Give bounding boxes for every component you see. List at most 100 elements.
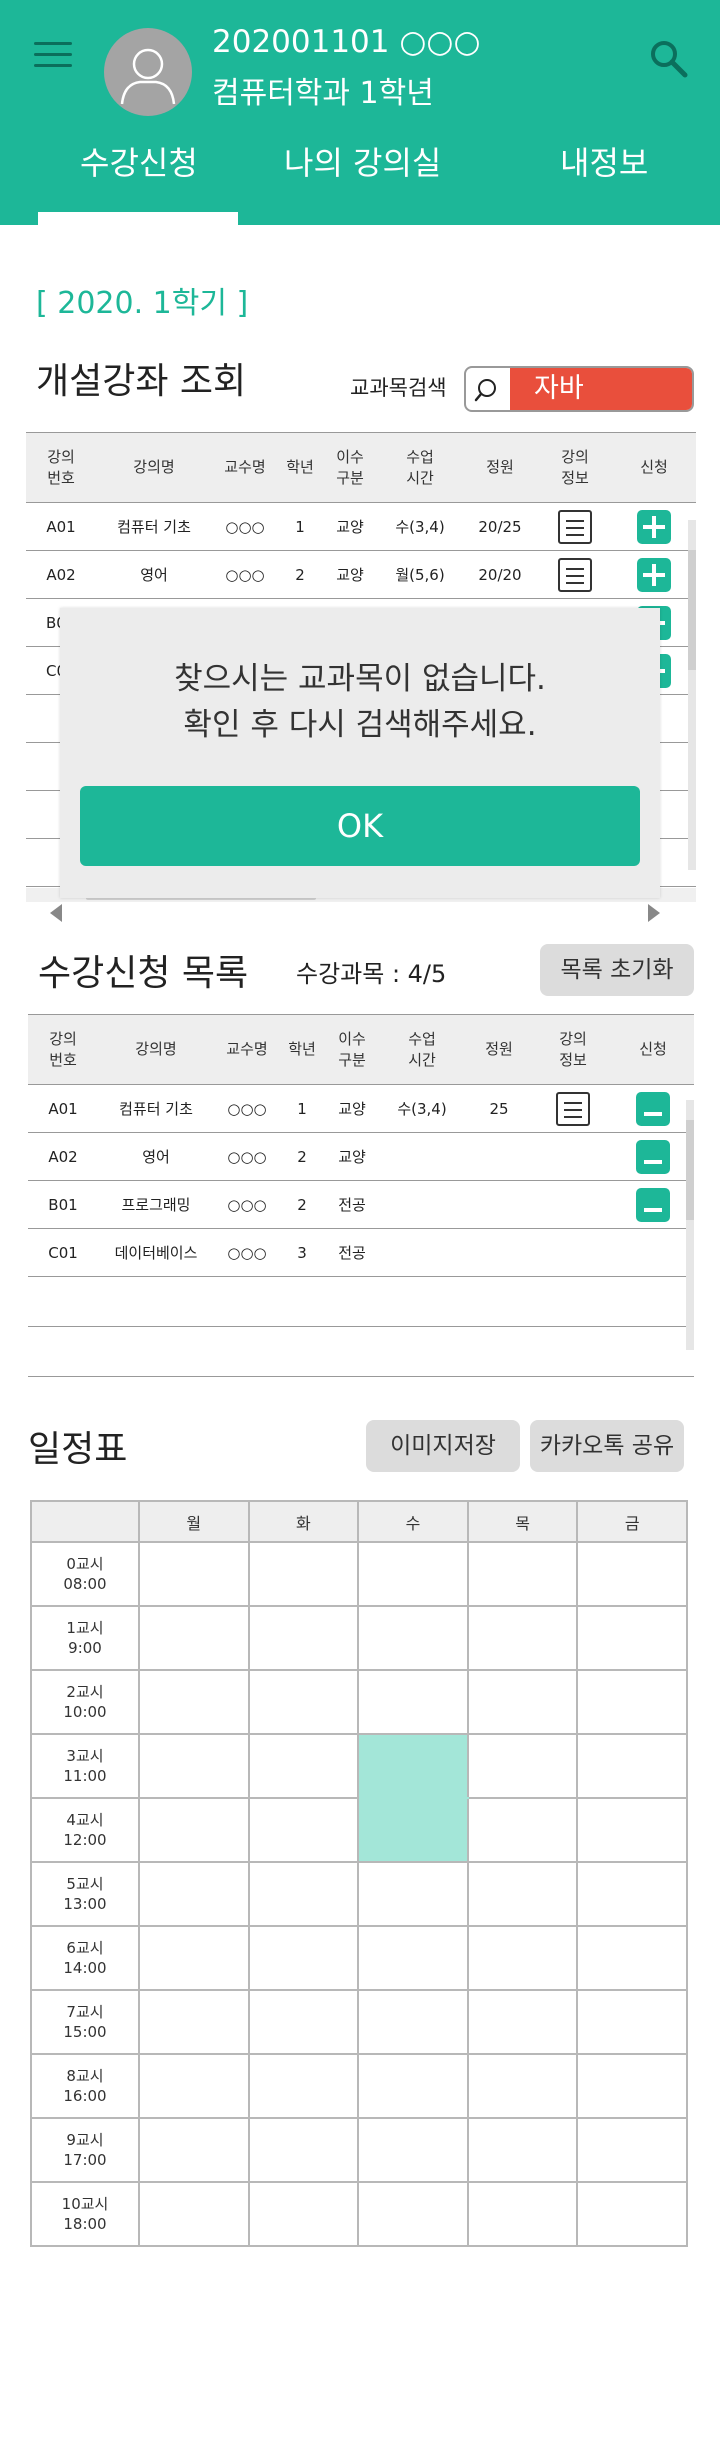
timetable-cell[interactable] bbox=[466, 2117, 579, 2183]
course-no: A01 bbox=[26, 502, 96, 551]
timetable-cell[interactable] bbox=[466, 2053, 579, 2119]
timetable-cell[interactable] bbox=[357, 2181, 469, 2247]
ok-button[interactable]: OK bbox=[80, 786, 640, 866]
timetable-cell[interactable] bbox=[247, 1861, 360, 1927]
timetable-row: 1교시 9:00 bbox=[30, 1605, 688, 1671]
timetable-cell[interactable] bbox=[466, 1989, 579, 2055]
enrollment-table: 강의 번호 강의명 교수명 학년 이수 구분 수업 시간 정원 강의 정보 신청… bbox=[28, 1014, 694, 1377]
course-info-button[interactable] bbox=[556, 1091, 590, 1126]
timetable-cell[interactable] bbox=[138, 1989, 250, 2055]
timetable-cell[interactable] bbox=[576, 2181, 688, 2247]
search-icon[interactable] bbox=[648, 38, 690, 80]
timetable-cell[interactable] bbox=[247, 2053, 360, 2119]
enrollment-table-vertical-scrollbar[interactable] bbox=[686, 1100, 694, 1350]
timetable-cell[interactable] bbox=[576, 2053, 688, 2119]
menu-icon[interactable] bbox=[34, 42, 72, 70]
timetable-cell[interactable] bbox=[466, 1925, 579, 1991]
course-table-vertical-scrollbar[interactable] bbox=[688, 520, 696, 870]
period-time: 9:00 bbox=[68, 1639, 102, 1657]
reset-list-button[interactable]: 목록 초기화 bbox=[540, 944, 694, 996]
timetable-cell[interactable] bbox=[357, 1989, 469, 2055]
timetable-cell[interactable] bbox=[138, 1541, 250, 1607]
period-time: 16:00 bbox=[63, 2087, 107, 2105]
timetable-cell[interactable] bbox=[357, 2117, 469, 2183]
tab-course-registration[interactable]: 수강신청 bbox=[80, 138, 198, 184]
timetable-cell[interactable] bbox=[576, 1861, 688, 1927]
timetable-cell[interactable] bbox=[247, 1605, 360, 1671]
course-name: 컴퓨터 기초 bbox=[98, 1084, 214, 1133]
course-info-button[interactable] bbox=[558, 509, 592, 544]
timetable-cell[interactable] bbox=[247, 1989, 360, 2055]
timetable-cell[interactable] bbox=[466, 2181, 579, 2247]
timetable-cell[interactable] bbox=[357, 1669, 469, 1735]
col-year: 학년 bbox=[280, 1014, 324, 1085]
remove-course-button[interactable] bbox=[636, 1091, 670, 1126]
category: 교양 bbox=[324, 1084, 380, 1133]
timetable-cell[interactable] bbox=[138, 1605, 250, 1671]
period-label: 7교시 15:00 bbox=[30, 1989, 140, 2055]
remove-course-button[interactable] bbox=[636, 1139, 670, 1174]
timetable-cell[interactable] bbox=[466, 1605, 579, 1671]
add-course-button[interactable] bbox=[637, 557, 671, 592]
timetable-cell[interactable] bbox=[576, 1925, 688, 1991]
avatar[interactable] bbox=[104, 28, 192, 116]
timetable-cell[interactable] bbox=[138, 2053, 250, 2119]
timetable-cell[interactable] bbox=[138, 1669, 250, 1735]
timetable-cell[interactable] bbox=[466, 1541, 579, 1607]
search-icon[interactable] bbox=[470, 372, 506, 408]
save-image-button[interactable]: 이미지저장 bbox=[366, 1420, 520, 1472]
timetable-cell[interactable] bbox=[576, 1733, 688, 1799]
timetable-cell[interactable] bbox=[576, 1989, 688, 2055]
timetable-cell[interactable] bbox=[466, 1797, 579, 1863]
timetable-cell[interactable] bbox=[247, 1797, 360, 1863]
timetable-cell[interactable] bbox=[138, 1733, 250, 1799]
timetable-cell[interactable] bbox=[138, 1797, 250, 1863]
scheduled-class-cell[interactable] bbox=[357, 1797, 469, 1863]
remove-course-button[interactable] bbox=[636, 1187, 670, 1222]
search-value[interactable]: 자바 bbox=[510, 368, 692, 410]
timetable-cell[interactable] bbox=[466, 1733, 579, 1799]
timetable-cell[interactable] bbox=[138, 1925, 250, 1991]
scheduled-class-cell[interactable] bbox=[357, 1733, 469, 1799]
timetable-cell[interactable] bbox=[357, 1925, 469, 1991]
course-info-button[interactable] bbox=[558, 557, 592, 592]
class-time: 수(3,4) bbox=[378, 502, 462, 551]
timetable-cell[interactable] bbox=[466, 1669, 579, 1735]
timetable-cell[interactable] bbox=[357, 2053, 469, 2119]
timetable-cell[interactable] bbox=[247, 1733, 360, 1799]
timetable-cell[interactable] bbox=[138, 1861, 250, 1927]
category: 전공 bbox=[324, 1180, 380, 1229]
col-apply: 신청 bbox=[612, 1014, 694, 1085]
timetable-cell[interactable] bbox=[138, 2117, 250, 2183]
timetable-cell[interactable] bbox=[576, 1669, 688, 1735]
timetable-cell[interactable] bbox=[247, 1925, 360, 1991]
semester-label: [ 2020. 1학기 ] bbox=[36, 286, 249, 321]
timetable-cell[interactable] bbox=[247, 1541, 360, 1607]
add-course-button[interactable] bbox=[637, 509, 671, 544]
course-search-input[interactable]: 자바 bbox=[464, 366, 694, 412]
timetable-cell[interactable] bbox=[576, 2117, 688, 2183]
tab-my-classroom[interactable]: 나의 강의실 bbox=[284, 138, 441, 184]
timetable-cell[interactable] bbox=[576, 1541, 688, 1607]
timetable-corner bbox=[30, 1500, 140, 1543]
table-row: A01 컴퓨터 기초 ○○○ 1 교양 수(3,4) 25 bbox=[28, 1084, 694, 1133]
professor: ○○○ bbox=[212, 550, 278, 599]
course-search-title: 개설강좌 조회 bbox=[36, 361, 247, 402]
tab-my-info[interactable]: 내정보 bbox=[560, 138, 648, 184]
period-label: 1교시 9:00 bbox=[30, 1605, 140, 1671]
kakaotalk-share-button[interactable]: 카카오톡 공유 bbox=[530, 1420, 684, 1472]
timetable-cell[interactable] bbox=[247, 2117, 360, 2183]
scroll-right-icon[interactable] bbox=[646, 902, 662, 924]
timetable-cell[interactable] bbox=[576, 1605, 688, 1671]
period-name: 0교시 bbox=[66, 1555, 104, 1573]
timetable-cell[interactable] bbox=[357, 1541, 469, 1607]
timetable-cell[interactable] bbox=[247, 2181, 360, 2247]
timetable-cell[interactable] bbox=[138, 2181, 250, 2247]
timetable-row: 9교시 17:00 bbox=[30, 2117, 688, 2183]
timetable-cell[interactable] bbox=[357, 1605, 469, 1671]
scroll-left-icon[interactable] bbox=[48, 902, 64, 924]
timetable-cell[interactable] bbox=[466, 1861, 579, 1927]
timetable-cell[interactable] bbox=[247, 1669, 360, 1735]
timetable-cell[interactable] bbox=[576, 1797, 688, 1863]
timetable-cell[interactable] bbox=[357, 1861, 469, 1927]
